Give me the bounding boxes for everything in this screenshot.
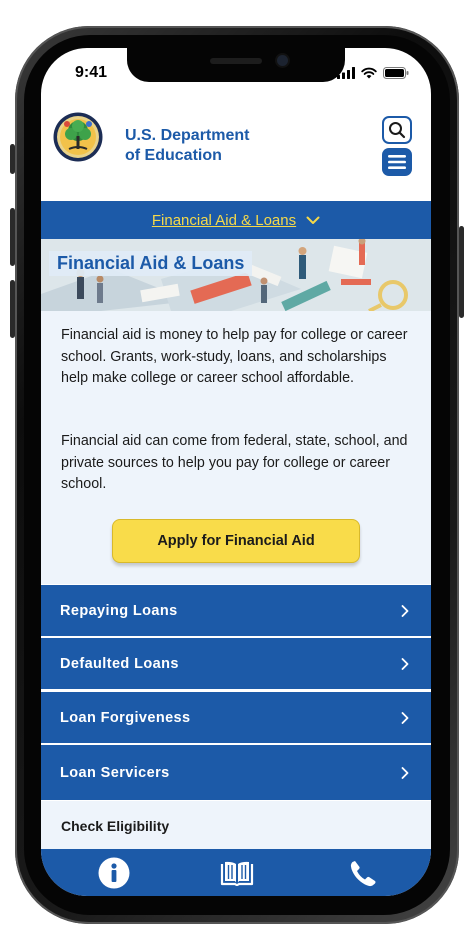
wifi-icon [361, 67, 377, 79]
section-dropdown[interactable]: Financial Aid & Loans [41, 201, 431, 239]
search-icon [389, 122, 406, 139]
intro-paragraph-1: Financial aid is money to help pay for c… [61, 327, 408, 386]
nav-item-label: Defaulted Loans [60, 655, 179, 672]
volume-up-button [10, 208, 15, 266]
phone-icon [350, 861, 376, 887]
tab-contact[interactable] [343, 857, 383, 889]
menu-button[interactable] [382, 148, 412, 176]
tab-resources[interactable] [217, 857, 257, 889]
intro-section: Financial aid is money to help pay for c… [41, 311, 431, 584]
hamburger-menu-icon [388, 155, 406, 169]
front-camera [277, 55, 288, 66]
status-time: 9:41 [75, 64, 108, 81]
notch [127, 48, 345, 82]
info-icon [98, 857, 130, 889]
nav-item-repaying-loans[interactable]: Repaying Loans [41, 585, 431, 636]
site-header: U.S. Department of Education [41, 94, 431, 201]
check-eligibility-label: Check Eligibility [61, 818, 170, 834]
department-seal-logo[interactable] [53, 112, 103, 162]
check-eligibility-link[interactable]: Check Eligibility [41, 801, 431, 849]
volume-down-button [10, 280, 15, 338]
chevron-down-icon [306, 216, 320, 224]
status-icons [337, 66, 409, 80]
chevron-right-icon [401, 604, 409, 617]
apply-for-financial-aid-button[interactable]: Apply for Financial Aid [112, 519, 360, 563]
intro-paragraph-2: Financial aid can come from federal, sta… [61, 433, 408, 492]
nav-item-loan-forgiveness[interactable]: Loan Forgiveness [41, 692, 431, 743]
app-screen: 9:41 U.S. Department of Education Financ… [41, 48, 431, 896]
mute-switch [10, 144, 15, 174]
nav-item-label: Repaying Loans [60, 602, 178, 619]
chevron-right-icon [401, 657, 409, 670]
department-name-line2: of Education [125, 147, 222, 164]
section-dropdown-label[interactable]: Financial Aid & Loans [152, 212, 296, 229]
chevron-right-icon [401, 766, 409, 779]
hero-banner: Financial Aid & Loans [41, 239, 431, 311]
nav-item-label: Loan Forgiveness [60, 709, 191, 726]
bottom-tab-bar [41, 849, 431, 896]
tab-info[interactable] [94, 857, 134, 889]
banner-title: Financial Aid & Loans [49, 251, 253, 276]
speaker-grille [210, 58, 262, 64]
chevron-right-icon [401, 711, 409, 724]
nav-item-defaulted-loans[interactable]: Defaulted Loans [41, 638, 431, 689]
book-icon [220, 861, 254, 886]
department-name-line1: U.S. Department [125, 127, 250, 144]
battery-icon [383, 67, 409, 79]
power-button [459, 226, 464, 318]
nav-item-label: Loan Servicers [60, 764, 170, 781]
department-name[interactable]: U.S. Department of Education [125, 126, 249, 166]
nav-item-loan-servicers[interactable]: Loan Servicers [41, 745, 431, 800]
search-button[interactable] [382, 116, 412, 144]
